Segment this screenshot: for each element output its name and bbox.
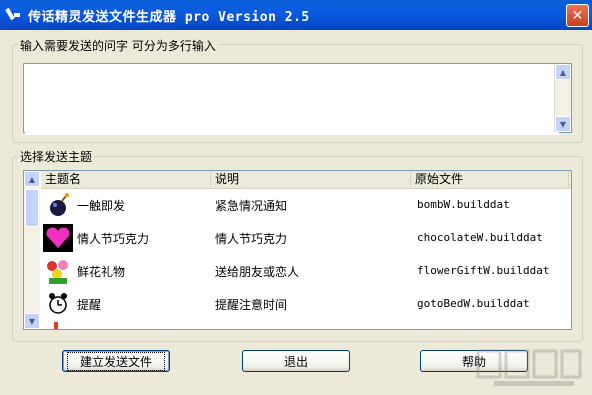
scroll-up-icon[interactable]: ▲	[555, 64, 571, 80]
main-window: 传话精灵发送文件生成器 pro Version 2.5 ✕ 输入需要发送的问字 …	[0, 0, 592, 395]
topic-desc: 情人节巧克力	[215, 232, 288, 246]
topic-list[interactable]: ▲ ▼ 主题名 说明 原始文件 一触即发 紧急情况通知 bombW.buildd…	[23, 170, 572, 330]
message-scrollbar[interactable]: ▲ ▼	[554, 64, 571, 132]
message-group-label: 输入需要发送的问字 可分为多行输入	[18, 37, 218, 54]
topic-name: 提醒	[77, 298, 102, 312]
topic-name: 情人节巧克力	[77, 232, 150, 246]
list-scroll-up-icon[interactable]: ▲	[24, 171, 40, 187]
column-header-name[interactable]: 主题名	[41, 171, 211, 187]
column-header-file[interactable]: 原始文件	[411, 171, 569, 187]
watermark-logo	[476, 349, 582, 386]
topic-file: bombW.builddat	[417, 198, 510, 211]
topic-desc: 送给朋友或恋人	[215, 265, 300, 279]
message-input-box[interactable]: ▲ ▼	[23, 63, 572, 135]
topic-desc: 提醒注意时间	[215, 298, 288, 312]
topic-list-scrollbar[interactable]: ▲ ▼	[24, 171, 40, 329]
create-file-label: 建立发送文件	[66, 351, 165, 371]
column-header-desc[interactable]: 说明	[211, 171, 411, 187]
scroll-thumb[interactable]	[25, 189, 39, 227]
window-title: 传话精灵发送文件生成器 pro Version 2.5	[28, 9, 310, 25]
list-header: 主题名 说明 原始文件	[41, 171, 571, 189]
topic-file: flowerGiftW.builddat	[417, 264, 550, 277]
list-item[interactable]: 鲜花礼物 送给朋友或恋人 flowerGiftW.builddat	[41, 255, 571, 288]
list-item[interactable]: 提醒 提醒注意时间 gotoBedW.builddat	[41, 288, 571, 321]
message-input[interactable]	[25, 65, 559, 135]
topic-desc: 紧急情况通知	[215, 199, 288, 213]
app-icon	[6, 7, 22, 23]
exit-button[interactable]: 退出	[242, 350, 350, 372]
heart-icon	[43, 224, 73, 252]
alarm-clock-icon	[49, 293, 67, 314]
scroll-down-icon[interactable]: ▼	[555, 116, 571, 132]
list-item[interactable]: 情人节巧克力 情人节巧克力 chocolateW.builddat	[41, 222, 571, 255]
topic-name: 鲜花礼物	[77, 265, 126, 279]
close-button[interactable]: ✕	[566, 4, 589, 27]
create-file-button[interactable]: 建立发送文件	[62, 350, 170, 372]
list-item[interactable]: 一触即发 紧急情况通知 bombW.builddat	[41, 189, 571, 222]
bomb-icon	[50, 193, 69, 216]
topic-group-label: 选择发送主题	[18, 148, 95, 165]
flower-icon	[47, 260, 68, 284]
topic-name: 一触即发	[77, 199, 126, 213]
title-bar[interactable]: 传话精灵发送文件生成器 pro Version 2.5 ✕	[0, 0, 592, 30]
pencil-icon	[54, 322, 58, 329]
topic-file: gotoBedW.builddat	[417, 297, 530, 310]
list-scroll-down-icon[interactable]: ▼	[24, 313, 40, 329]
topic-file: chocolateW.builddat	[417, 231, 543, 244]
